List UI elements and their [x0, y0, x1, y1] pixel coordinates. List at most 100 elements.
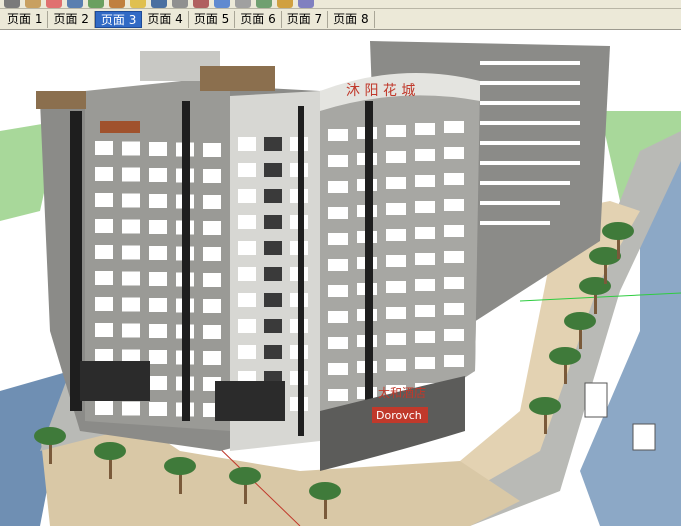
tape-icon[interactable]	[214, 0, 230, 8]
window	[203, 247, 221, 261]
window	[264, 267, 282, 281]
roof-pergola	[200, 66, 275, 91]
window	[415, 305, 435, 317]
window	[238, 137, 256, 151]
tab-page-8[interactable]: 页面 8	[328, 10, 375, 28]
roof-sign: 沐 阳 花 城	[346, 83, 415, 99]
window	[264, 215, 282, 229]
shop-front-1	[80, 361, 150, 401]
toolbar	[0, 0, 681, 9]
window	[415, 175, 435, 187]
window	[444, 303, 464, 315]
window	[122, 323, 140, 338]
eraser-icon[interactable]	[46, 0, 62, 8]
window	[444, 251, 464, 263]
window	[264, 189, 282, 203]
tab-page-7[interactable]: 页面 7	[282, 10, 329, 28]
window	[149, 350, 167, 364]
text-icon[interactable]	[235, 0, 251, 8]
facade-stripe	[182, 101, 190, 421]
tab-page-4[interactable]: 页面 4	[142, 10, 189, 28]
facade-stripe	[365, 101, 373, 421]
offset-icon[interactable]	[193, 0, 209, 8]
move-icon[interactable]	[151, 0, 167, 8]
window	[149, 246, 167, 260]
window	[238, 345, 256, 359]
window	[415, 253, 435, 265]
window	[203, 299, 221, 313]
window	[386, 229, 406, 241]
window	[238, 319, 256, 333]
tab-page-5[interactable]: 页面 5	[189, 10, 236, 28]
balcony-accent	[100, 121, 140, 133]
truck-cab	[584, 382, 608, 418]
window	[122, 271, 140, 286]
pan-icon[interactable]	[277, 0, 293, 8]
window	[238, 267, 256, 281]
window	[328, 233, 348, 245]
window	[95, 401, 113, 415]
window	[444, 173, 464, 185]
rotate-icon[interactable]	[172, 0, 188, 8]
window	[122, 245, 140, 260]
window	[122, 193, 140, 208]
window	[122, 219, 140, 234]
window	[95, 141, 113, 155]
arc-icon[interactable]	[109, 0, 125, 8]
window	[328, 363, 348, 375]
window	[95, 349, 113, 363]
window	[203, 143, 221, 157]
window	[328, 337, 348, 349]
window	[328, 207, 348, 219]
window	[264, 241, 282, 255]
tab-page-3[interactable]: 页面 3	[94, 10, 143, 28]
tab-page-2[interactable]: 页面 2	[48, 10, 95, 28]
window	[328, 181, 348, 193]
window	[415, 201, 435, 213]
window	[444, 199, 464, 211]
window	[264, 163, 282, 177]
window	[386, 281, 406, 293]
window	[95, 271, 113, 285]
window	[122, 167, 140, 182]
window	[149, 298, 167, 312]
window	[95, 323, 113, 337]
building-model-render: 沐 阳 花 城 太和酒店 Dorovch	[0, 31, 681, 526]
window	[203, 169, 221, 183]
window	[238, 189, 256, 203]
tab-page-6[interactable]: 页面 6	[235, 10, 282, 28]
window	[386, 177, 406, 189]
zoom-icon[interactable]	[298, 0, 314, 8]
paint-icon[interactable]	[25, 0, 41, 8]
facade-stripe	[298, 106, 304, 436]
window	[328, 389, 348, 401]
window	[444, 277, 464, 289]
window	[386, 359, 406, 371]
window	[444, 121, 464, 133]
window	[386, 203, 406, 215]
window	[386, 125, 406, 137]
window	[328, 129, 348, 141]
orbit-icon[interactable]	[256, 0, 272, 8]
line-icon[interactable]	[88, 0, 104, 8]
window	[386, 255, 406, 267]
window	[95, 193, 113, 207]
window	[415, 331, 435, 343]
select-icon[interactable]	[4, 0, 20, 8]
model-viewport[interactable]: 沐 阳 花 城 太和酒店 Dorovch	[0, 31, 681, 526]
window	[444, 355, 464, 367]
window	[149, 220, 167, 234]
push-pull-icon[interactable]	[130, 0, 146, 8]
scene-tab-bar: 页面 1 页面 2 页面 3 页面 4 页面 5 页面 6 页面 7 页面 8	[0, 9, 681, 30]
window	[328, 311, 348, 323]
tab-page-1[interactable]: 页面 1	[2, 10, 49, 28]
window	[415, 123, 435, 135]
window	[203, 273, 221, 287]
window	[95, 167, 113, 181]
facade-sign-en: Dorovch	[376, 409, 422, 422]
rectangle-icon[interactable]	[67, 0, 83, 8]
window	[238, 293, 256, 307]
window	[386, 151, 406, 163]
window	[415, 149, 435, 161]
window	[149, 168, 167, 182]
